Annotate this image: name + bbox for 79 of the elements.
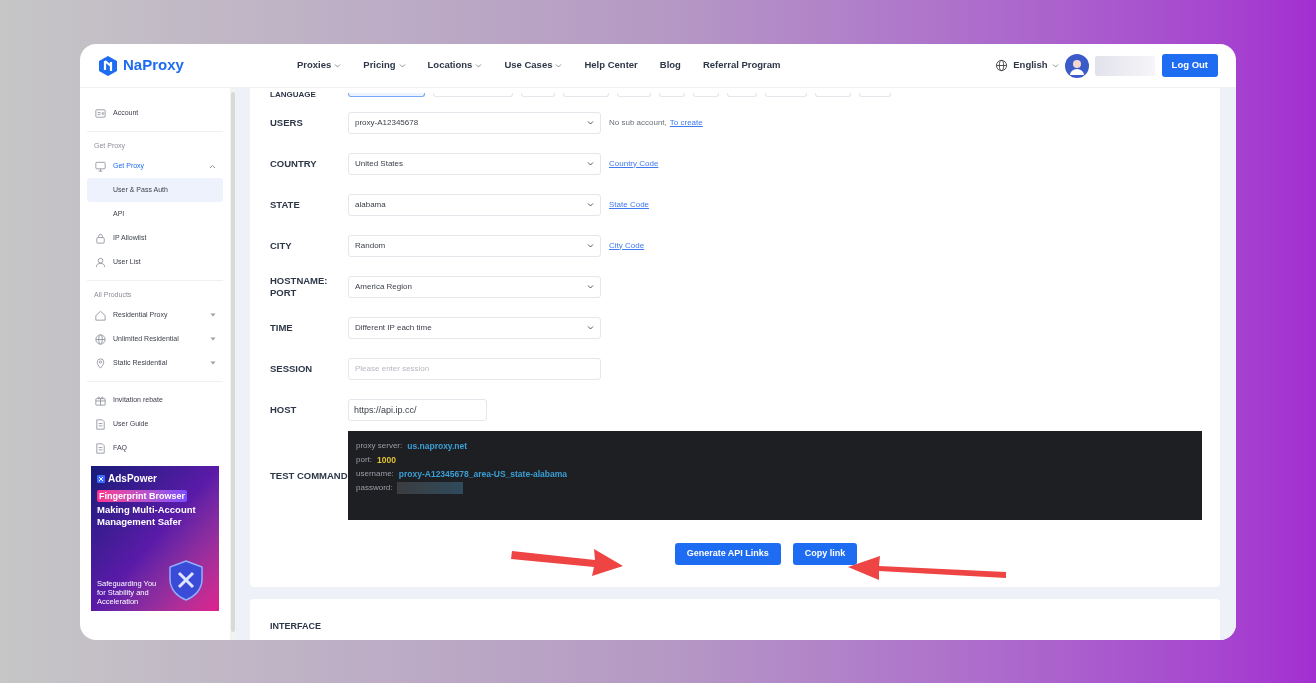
caret-icon [475, 63, 483, 68]
gift-icon [94, 393, 107, 407]
caret-icon [210, 313, 216, 317]
nav-link[interactable]: Blog [659, 58, 681, 73]
nav-link[interactable]: Pricing [363, 58, 406, 73]
field-label: INTERFACE [270, 621, 321, 633]
globe-icon [995, 59, 1009, 72]
code-key: proxy server: [356, 440, 403, 452]
caret-icon [334, 63, 342, 68]
caret-icon [210, 337, 216, 341]
redacted-value [397, 482, 464, 494]
select-field[interactable]: Different IP each time [348, 316, 601, 339]
avatar-icon[interactable] [1064, 53, 1089, 78]
code-key: password: [356, 482, 393, 494]
user-icon [94, 255, 107, 269]
code-link[interactable]: Country Code [609, 157, 659, 170]
caret-icon [398, 63, 406, 68]
code-link[interactable]: City Code [609, 239, 645, 252]
monitor-icon [94, 159, 107, 173]
shield-icon [167, 559, 205, 601]
field-label: STATE [270, 198, 301, 211]
caret-icon [587, 243, 594, 248]
caret-icon [1051, 63, 1059, 68]
caret-icon [587, 202, 594, 207]
language-selector[interactable]: English [1013, 58, 1059, 73]
nav-link[interactable]: Referral Program [702, 58, 781, 73]
field-label: HOSTNAME: PORT [270, 274, 329, 299]
document-icon [94, 441, 107, 455]
logo-icon [97, 54, 119, 77]
field-label: TIME [270, 321, 294, 334]
logo-text[interactable]: NaProxy [123, 54, 184, 77]
code-key: username: [356, 468, 394, 480]
code-link[interactable]: To create [669, 116, 703, 129]
code-key: port: [356, 454, 372, 466]
code-link[interactable]: State Code [609, 198, 650, 211]
action-button[interactable]: Generate API Links [674, 542, 781, 565]
select-field[interactable]: Random [348, 234, 601, 257]
field-label: USERS [270, 116, 304, 129]
caret-icon [587, 284, 594, 289]
field-label: LANGUAGE [270, 89, 317, 101]
select-field[interactable]: alabama [348, 193, 601, 216]
field-label: COUNTRY [270, 157, 318, 170]
input-field[interactable]: https://api.ip.cc/ [348, 398, 487, 421]
caret-icon [587, 161, 594, 166]
field-label: SESSION [270, 362, 314, 375]
caret-icon [587, 325, 594, 330]
nav-link[interactable]: Locations [427, 58, 483, 73]
nav-link[interactable]: Help Center [584, 58, 638, 73]
code-value: us.naproxy.net [407, 439, 468, 453]
select-field[interactable]: United States [348, 152, 601, 175]
field-label: HOST [270, 403, 298, 416]
nav-link[interactable]: Use Cases [504, 58, 563, 73]
location-pin-icon [94, 356, 107, 370]
caret-icon [210, 361, 216, 365]
field-label: CITY [270, 239, 293, 252]
code-value: proxy-A12345678_area-US_state-alabama [398, 467, 567, 481]
home-icon [94, 308, 107, 322]
nav-link[interactable]: Proxies [297, 58, 342, 73]
caret-icon [209, 163, 216, 169]
lock-icon [94, 231, 107, 245]
caret-icon [555, 63, 563, 68]
select-field[interactable]: America Region [348, 275, 601, 298]
language-option[interactable] [348, 93, 425, 97]
ad-headline: Making Multi-Account Management Safer [97, 504, 197, 528]
ad-badge: Fingerprint Browser [97, 490, 187, 502]
caret-icon [587, 120, 594, 125]
select-field[interactable]: proxy-A12345678 [348, 111, 601, 134]
id-card-icon [94, 106, 107, 120]
logo-icon [97, 474, 105, 483]
ad-brand: AdsPower [108, 472, 157, 486]
hint-text: No sub account, [609, 116, 667, 129]
input-field[interactable]: Please enter session [348, 357, 601, 380]
logout-button[interactable]: Log Out [1161, 54, 1218, 77]
action-button[interactable]: Copy link [792, 542, 858, 565]
code-value: 1000 [377, 453, 396, 467]
globe-icon [94, 332, 107, 346]
document-icon [94, 417, 107, 431]
field-label: TEST COMMAND [270, 469, 348, 482]
redacted-name [1094, 55, 1155, 76]
